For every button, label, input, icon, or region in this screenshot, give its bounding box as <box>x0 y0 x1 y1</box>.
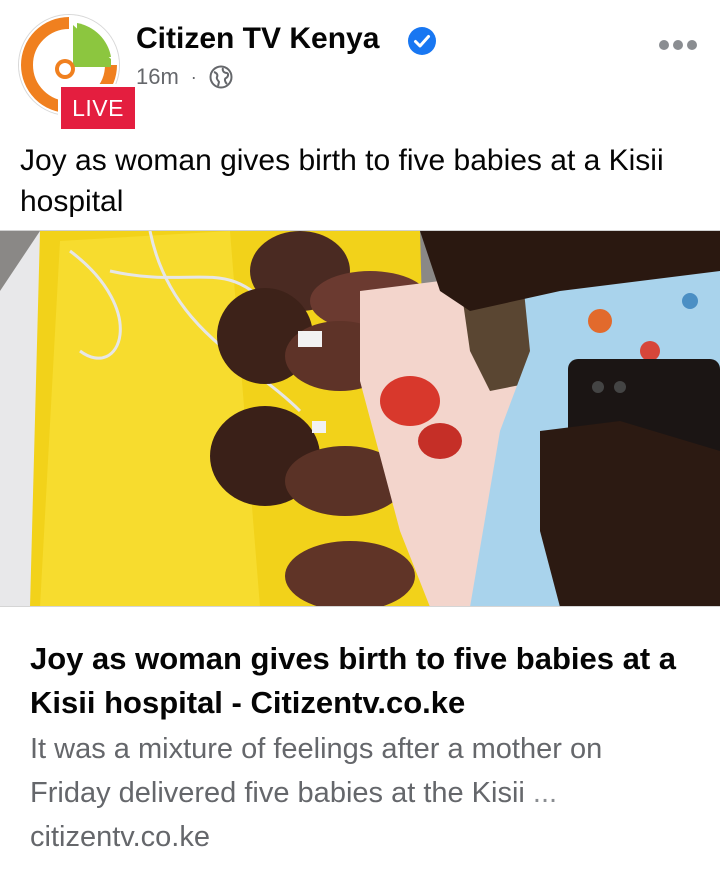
post-header: LIVE Citizen TV Kenya 16m · <box>0 0 720 132</box>
link-domain: citizentv.co.ke <box>30 821 210 853</box>
link-description: It was a mixture of feelings after a mot… <box>30 727 690 815</box>
globe-icon <box>209 65 233 89</box>
live-badge: LIVE <box>58 84 138 132</box>
post-meta: 16m · <box>136 62 233 92</box>
link-title[interactable]: Joy as woman gives birth to five babies … <box>30 637 700 725</box>
page-avatar[interactable]: LIVE <box>18 14 138 132</box>
post-photo[interactable] <box>0 230 720 607</box>
post-timestamp[interactable]: 16m <box>136 64 179 90</box>
more-options-icon[interactable] <box>658 38 698 52</box>
link-description-text: It was a mixture of feelings after a mot… <box>30 733 603 809</box>
meta-separator: · <box>190 66 197 87</box>
verified-badge-icon <box>408 27 436 55</box>
link-description-ellipsis: ... <box>532 777 558 809</box>
page-name[interactable]: Citizen TV Kenya <box>136 22 379 56</box>
link-preview-card[interactable]: Joy as woman gives birth to five babies … <box>0 606 720 873</box>
post-caption: Joy as woman gives birth to five babies … <box>20 144 664 218</box>
newborn-photo <box>0 231 720 607</box>
